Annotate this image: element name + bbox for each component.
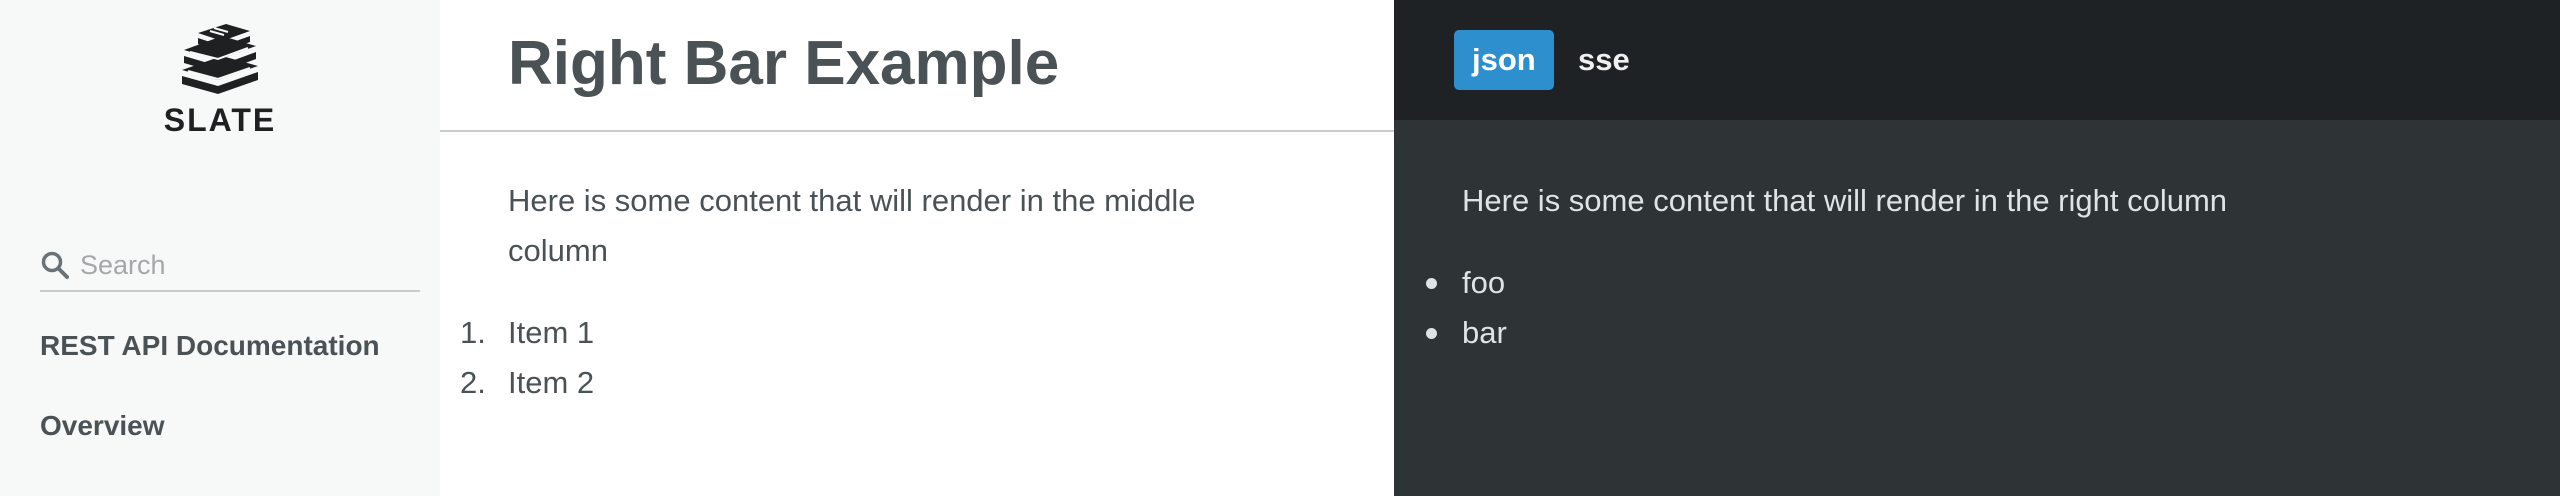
title-divider [440,130,1394,132]
search-box [40,240,420,292]
logo[interactable]: SLATE [0,24,440,139]
list-item-label: foo [1462,265,1506,300]
list-item-label: bar [1462,315,1507,350]
list-item-label: Item 1 [508,315,595,350]
books-stack-icon [182,24,258,94]
sidebar-item-rest-api-documentation[interactable]: REST API Documentation [40,330,380,362]
list-item: bar [1426,308,1507,358]
language-selector: json sse [1394,0,2560,120]
bullet-icon [1426,278,1437,289]
ordered-list: 1. Item 1 2. Item 2 [460,308,595,408]
list-item-number: 2. [460,365,486,400]
right-bar: json sse Here is some content that will … [1394,0,2560,496]
sidebar: SLATE REST API Documentation Overview [0,0,440,496]
sidebar-item-overview[interactable]: Overview [40,410,165,442]
right-paragraph: Here is some content that will render in… [1462,183,2228,218]
middle-paragraph: Here is some content that will render in… [508,183,1196,268]
tab-json[interactable]: json [1454,30,1554,90]
tab-sse[interactable]: sse [1578,30,1630,90]
page-title: Right Bar Example [508,29,1060,98]
logo-text: SLATE [163,102,277,138]
bullet-list: foo bar [1426,258,1507,358]
search-input[interactable] [80,249,400,281]
main-content: Right Bar Example Here is some content t… [440,0,1394,496]
list-item: 2. Item 2 [460,358,595,408]
search-icon [41,251,69,279]
list-item-label: Item 2 [508,365,595,400]
list-item-number: 1. [460,315,486,350]
list-item: foo [1426,258,1507,308]
bullet-icon [1426,328,1437,339]
page: SLATE REST API Documentation Overview Ri… [0,0,2560,496]
list-item: 1. Item 1 [460,308,595,358]
